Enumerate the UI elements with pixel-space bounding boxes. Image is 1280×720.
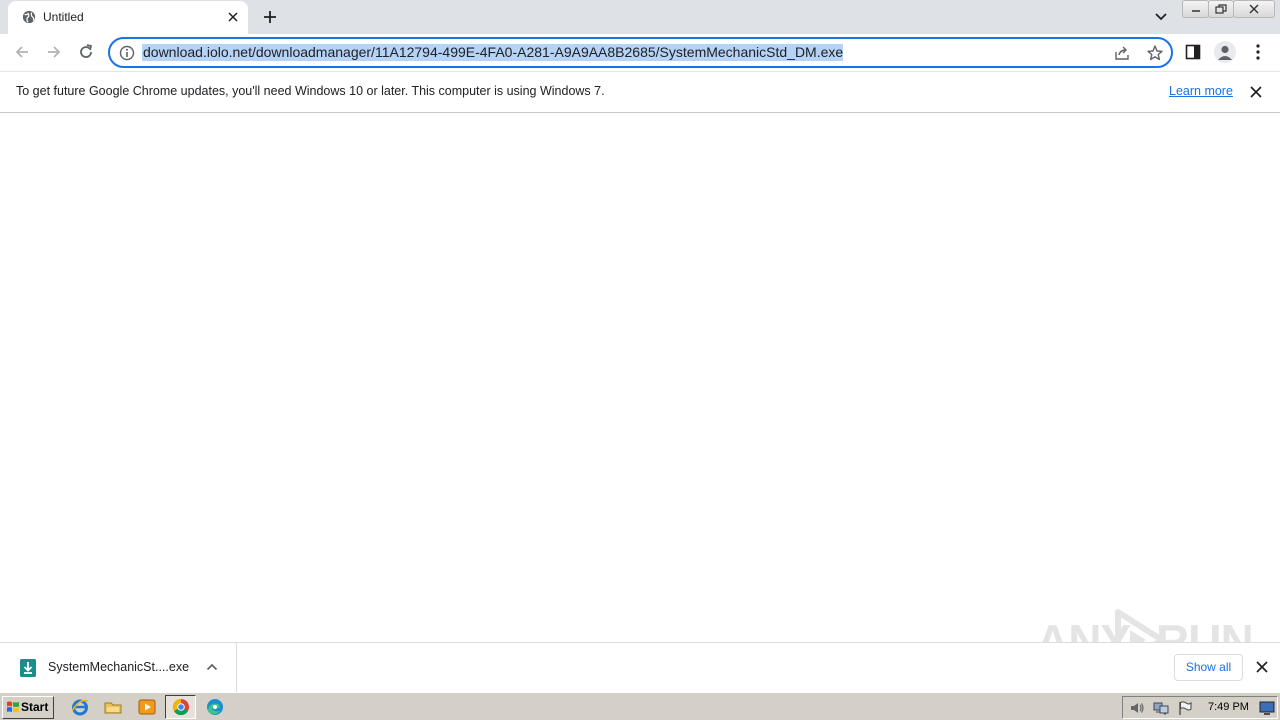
reload-icon[interactable] <box>76 42 96 62</box>
tab-untitled[interactable]: Untitled <box>8 1 248 34</box>
bookmark-star-icon[interactable] <box>1146 44 1164 62</box>
url-text[interactable]: download.iolo.net/downloadmanager/11A127… <box>142 44 844 61</box>
new-tab-icon[interactable] <box>260 7 280 27</box>
taskbar: Start 7:49 PM <box>0 692 1280 720</box>
close-icon[interactable] <box>1254 659 1270 675</box>
start-label: Start <box>21 700 49 714</box>
screen: Untitled download.iolo.net/downloadmanag… <box>0 0 1280 720</box>
info-icon[interactable] <box>119 45 135 61</box>
profile-avatar[interactable] <box>1214 41 1236 63</box>
chrome-icon <box>172 698 189 716</box>
show-desktop-icon[interactable] <box>1259 700 1275 716</box>
taskbar-chrome-button[interactable] <box>165 695 196 719</box>
minimize-icon <box>1191 10 1200 12</box>
internet-explorer-icon[interactable] <box>70 697 90 717</box>
toolbar: download.iolo.net/downloadmanager/11A127… <box>0 34 1280 71</box>
learn-more-link[interactable]: Learn more <box>1169 84 1233 98</box>
share-icon[interactable] <box>1114 45 1130 61</box>
download-file-name: SystemMechanicSt....exe <box>48 660 190 674</box>
download-shelf: SystemMechanicSt....exe Show all <box>0 642 1280 692</box>
page-content[interactable] <box>0 113 1280 642</box>
more-vert-icon[interactable] <box>1252 43 1264 61</box>
address-bar[interactable]: download.iolo.net/downloadmanager/11A127… <box>108 37 1173 68</box>
network-icon[interactable] <box>1153 700 1169 716</box>
download-item[interactable]: SystemMechanicSt....exe <box>0 643 237 692</box>
file-explorer-icon[interactable] <box>103 697 123 717</box>
update-infobar: To get future Google Chrome updates, you… <box>0 71 1280 113</box>
infobar-message: To get future Google Chrome updates, you… <box>16 84 605 98</box>
minimize-button[interactable] <box>1182 0 1209 18</box>
window-close-button[interactable] <box>1233 0 1275 18</box>
restore-button[interactable] <box>1208 0 1234 18</box>
side-panel-icon[interactable] <box>1185 44 1201 60</box>
chevron-down-icon[interactable] <box>1152 8 1170 26</box>
restore-icon <box>1215 4 1227 14</box>
close-icon[interactable] <box>1248 84 1264 100</box>
system-tray: 7:49 PM <box>1122 696 1278 719</box>
back-arrow-icon[interactable] <box>12 42 32 62</box>
forward-arrow-icon[interactable] <box>44 42 64 62</box>
media-player-icon[interactable] <box>137 697 157 717</box>
download-file-icon <box>20 659 36 677</box>
volume-icon[interactable] <box>1129 700 1145 716</box>
globe-icon <box>22 10 36 24</box>
tab-title: Untitled <box>43 10 84 24</box>
windows-logo-icon <box>7 701 19 713</box>
chevron-up-icon[interactable] <box>205 660 219 674</box>
edge-icon[interactable] <box>205 697 225 717</box>
close-tab-icon[interactable] <box>225 9 241 25</box>
clock[interactable]: 7:49 PM <box>1208 701 1249 713</box>
tab-strip: Untitled <box>0 0 1280 34</box>
person-icon <box>1218 45 1232 60</box>
show-all-button[interactable]: Show all <box>1174 654 1243 681</box>
close-icon <box>1249 4 1259 14</box>
start-button[interactable]: Start <box>2 696 54 719</box>
action-center-flag-icon[interactable] <box>1177 700 1193 716</box>
